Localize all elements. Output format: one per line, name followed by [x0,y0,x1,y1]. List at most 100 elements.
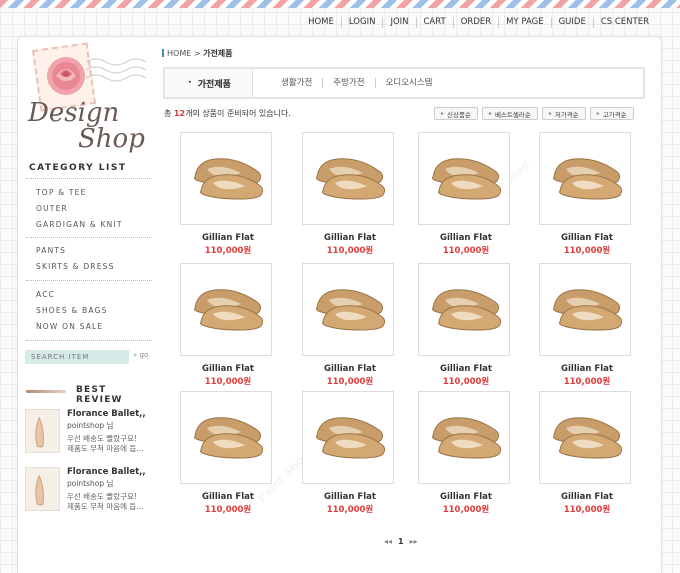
sort-low-price-button[interactable]: 저가격순 [541,107,586,120]
category-item-gardigan-knit[interactable]: GARDIGAN & KNIT [36,217,123,233]
product-image[interactable] [302,263,394,356]
product-card[interactable]: Gillian Flat 110,000원 [535,263,631,389]
review-product-name: Florance Ballet,, [67,467,146,477]
nav-my-page[interactable]: MY PAGE [498,17,550,28]
product-image[interactable] [539,263,631,356]
search-go-button[interactable]: » go [133,351,148,359]
product-name[interactable]: Gillian Flat [298,364,402,374]
product-image[interactable] [418,263,510,356]
sort-high-price-button[interactable]: 고가격순 [589,107,634,120]
product-count: 총 12개의 상품이 준비되어 있습니다. [164,108,291,119]
product-card[interactable]: Gillian Flat 110,000원 [298,391,394,517]
category-group-3: ACC SHOES & BAGS NOW ON SALE [36,287,108,335]
category-item-pants[interactable]: PANTS [36,243,115,259]
nav-cart[interactable]: CART [415,17,453,28]
category-item-skirts-dress[interactable]: SKIRTS & DRESS [36,259,115,275]
review-body: 우선 배송도 빨랐구요! 제품도 무척 마음에 듭... [67,492,155,512]
divider [26,237,152,238]
sort-newest-button[interactable]: 신상품순 [434,107,478,120]
category-item-now-on-sale[interactable]: NOW ON SALE [36,319,108,335]
subnav-active-tab[interactable]: · 가전제품 [167,69,253,97]
product-image[interactable] [418,391,510,484]
product-card[interactable]: Gillian Flat 110,000원 [414,263,510,389]
product-card[interactable]: Gillian Flat 110,000원 [176,132,272,258]
pager-next-button[interactable]: ▸▸ [410,537,418,546]
best-review-heading: BEST REVIEW [26,385,154,405]
breadcrumb-home[interactable]: HOME [167,49,191,58]
product-card[interactable]: Gillian Flat 110,000원 [298,263,394,389]
product-card[interactable]: Gillian Flat 110,000원 [535,391,631,517]
category-item-shoes-bags[interactable]: SHOES & BAGS [36,303,108,319]
search-input[interactable] [25,350,129,364]
product-name[interactable]: Gillian Flat [535,233,639,243]
product-image[interactable] [180,391,272,484]
product-name[interactable]: Gillian Flat [414,233,518,243]
product-name[interactable]: Gillian Flat [176,492,280,502]
product-image[interactable] [180,132,272,225]
product-image[interactable] [539,391,631,484]
review-author: pointshop 님 [67,421,114,430]
shoe-image-icon [432,289,502,331]
subnav-item-home-appliance[interactable]: 생활가전 [271,78,322,88]
product-name[interactable]: Gillian Flat [176,364,280,374]
product-image[interactable] [180,263,272,356]
shoe-image-icon [432,417,502,459]
shoe-image-icon [553,289,623,331]
category-item-outer[interactable]: OUTER [36,201,123,217]
sort-bar: 신상품순 베스트셀러순 저가격순 고가격순 [434,107,634,120]
pagination: ◂◂ 1 ▸▸ [384,537,418,546]
search-go-label: go [139,351,149,359]
nav-join[interactable]: JOIN [382,17,415,28]
count-number: 12 [173,109,186,118]
product-card[interactable]: Gillian Flat 110,000원 [414,132,510,258]
review-line: 제품도 무척 마음에 듭... [67,502,144,511]
nav-login[interactable]: LOGIN [340,17,383,28]
product-name[interactable]: Gillian Flat [414,492,518,502]
product-image[interactable] [302,391,394,484]
subnav-item-kitchen[interactable]: 주방가전 [322,78,374,88]
review-item[interactable]: Florance Ballet,, pointshop 님 우선 배송도 빨랐구… [25,409,155,455]
review-body: 우선 배송도 빨랐구요! 제품도 무척 마음에 듭... [67,434,155,454]
review-thumbnail [25,467,60,511]
product-card[interactable]: Gillian Flat 110,000원 [414,391,510,517]
product-card[interactable]: Gillian Flat 110,000원 [535,132,631,258]
product-image[interactable] [302,132,394,225]
pager-prev-button[interactable]: ◂◂ [384,537,392,546]
product-card[interactable]: Gillian Flat 110,000원 [176,391,272,517]
shoe-image-icon [432,158,502,200]
product-price: 110,000원 [563,377,611,387]
review-item[interactable]: Florance Ballet,, pointshop 님 우선 배송도 빨랐구… [25,467,155,513]
product-name[interactable]: Gillian Flat [298,492,402,502]
shop-logo[interactable]: Design Shop [26,42,156,154]
pen-icon [26,390,66,393]
product-name[interactable]: Gillian Flat [535,492,639,502]
divider [26,280,152,281]
shoe-image-icon [553,417,623,459]
shoe-image-icon [316,289,386,331]
nav-order[interactable]: ORDER [452,17,498,28]
review-line: 우선 배송도 빨랐구요! [67,492,137,501]
subnav-item-audio[interactable]: 오디오시스템 [374,78,443,88]
product-price: 110,000원 [563,246,611,256]
category-item-top-tee[interactable]: TOP & TEE [36,185,123,201]
nav-home[interactable]: HOME [301,17,341,28]
count-prefix: 총 [164,109,172,118]
product-image[interactable] [539,132,631,225]
product-name[interactable]: Gillian Flat [535,364,639,374]
category-item-acc[interactable]: ACC [36,287,108,303]
nav-guide[interactable]: GUIDE [550,17,593,28]
product-name[interactable]: Gillian Flat [176,233,280,243]
product-card[interactable]: Gillian Flat 110,000원 [298,132,394,258]
nav-cs-center[interactable]: CS CENTER [592,17,656,28]
shoe-image-icon [194,417,264,459]
product-name[interactable]: Gillian Flat [298,233,402,243]
top-nav: HOME LOGIN JOIN CART ORDER MY PAGE GUIDE… [301,17,656,28]
product-card[interactable]: Gillian Flat 110,000원 [176,263,272,389]
sort-bestseller-button[interactable]: 베스트셀러순 [481,107,538,120]
product-price: 110,000원 [442,505,490,515]
product-image[interactable] [418,132,510,225]
review-author: pointshop 님 [67,479,114,488]
pager-current-page[interactable]: 1 [398,537,404,546]
product-name[interactable]: Gillian Flat [414,364,518,374]
product-price: 110,000원 [442,246,490,256]
